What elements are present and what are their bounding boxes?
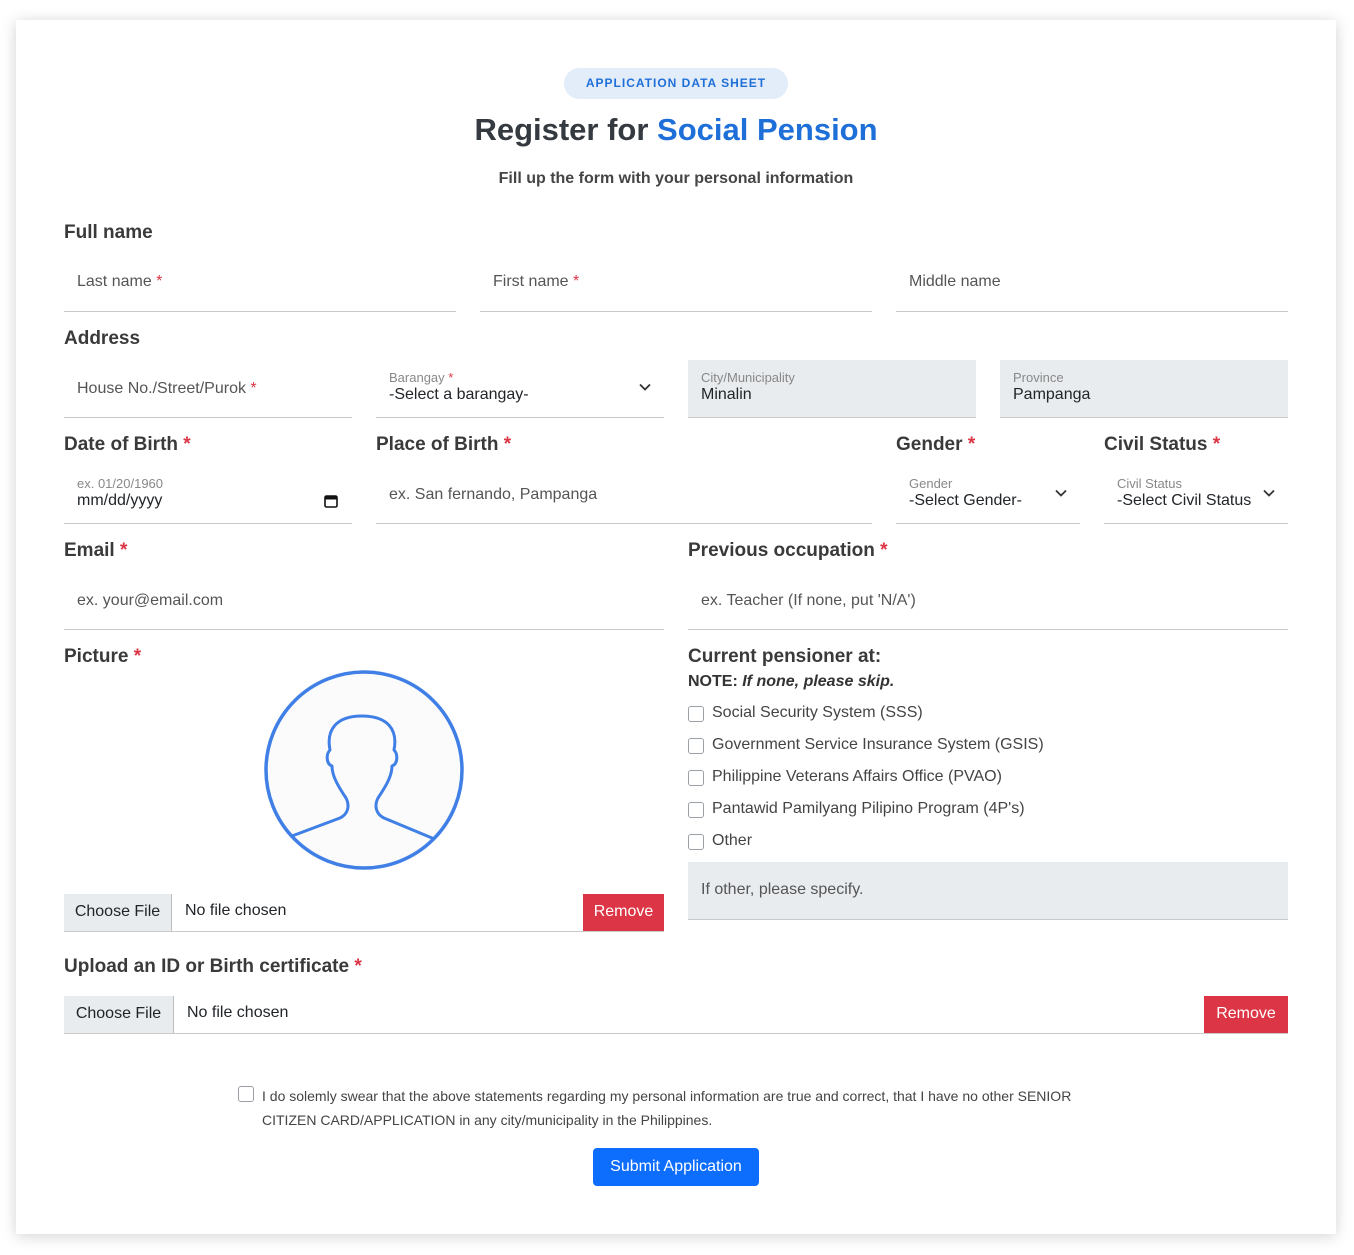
email-placeholder: ex. your@email.com [77,592,224,609]
civil-status-small-label: Civil Status [1117,476,1183,491]
gender-value: -Select Gender- [909,492,1022,509]
city-label: City/Municipality [701,370,795,385]
sss-checkbox[interactable] [688,706,704,722]
chevron-down-icon [1263,489,1275,497]
required-mark: * [573,273,580,290]
pvao-label: Philippine Veterans Affairs Office (PVAO… [712,768,1002,785]
province-value: Pampanga [1013,386,1091,403]
pob-placeholder: ex. San fernando, Pampanga [389,486,598,503]
occupation-input[interactable]: ex. Teacher (If none, put 'N/A') [688,572,1288,630]
place-of-birth-input[interactable]: ex. San fernando, Pampanga [376,466,872,524]
oath-statement: I do solemly swear that the above statem… [262,1084,1142,1132]
barangay-value: -Select a barangay- [389,386,529,403]
calendar-icon[interactable] [324,494,338,508]
pob-heading: Place of Birth * [376,434,512,455]
other-checkbox[interactable] [688,834,704,850]
oath-line-1: I do solemly swear that the above statem… [262,1088,1072,1104]
address-heading: Address [64,328,141,349]
civil-status-heading: Civil Status * [1104,434,1221,455]
sss-label: Social Security System (SSS) [712,704,923,721]
oath-checkbox[interactable] [238,1086,254,1102]
barangay-label: Barangay [389,370,445,385]
province-field: Province Pampanga [1000,360,1288,418]
dob-heading: Date of Birth * [64,434,191,455]
house-placeholder: House No./Street/Purok [77,380,246,397]
email-heading: Email * [64,540,128,561]
dob-hint: ex. 01/20/1960 [77,476,164,491]
barangay-select[interactable]: Barangay * -Select a barangay- [376,360,664,418]
application-badge: APPLICATION DATA SHEET [564,68,788,99]
civil-status-value: -Select Civil Status- [1117,492,1251,509]
pensioner-heading: Current pensioner at: [688,646,882,667]
full-name-heading: Full name [64,222,153,243]
gsis-label: Government Service Insurance System (GSI… [712,736,1044,753]
city-value: Minalin [701,386,752,403]
id-file-input[interactable]: Choose File No file chosen Remove [64,996,1288,1034]
picture-remove-button[interactable]: Remove [583,894,664,931]
picture-file-input[interactable]: Choose File No file chosen Remove [64,894,664,932]
middle-name-input[interactable]: Middle name [896,256,1288,312]
gsis-checkbox[interactable] [688,738,704,754]
first-name-placeholder: First name [493,273,569,290]
title-accent: Social Pension [657,112,878,147]
email-input[interactable]: ex. your@email.com [64,572,664,630]
gender-small-label: Gender [909,476,953,491]
civil-status-select[interactable]: Civil Status -Select Civil Status- [1104,466,1288,524]
submit-application-button[interactable]: Submit Application [593,1148,759,1186]
last-name-input[interactable]: Last name * [64,256,456,312]
dob-input[interactable]: ex. 01/20/1960 mm/dd/yyyy [64,466,352,524]
id-file-status: No file chosen [187,1004,289,1021]
house-street-input[interactable]: House No./Street/Purok * [64,360,352,418]
picture-heading: Picture * [64,646,142,667]
avatar-placeholder-icon [264,670,464,870]
oath-line-2: CITIZEN CARD/APPLICATION in any city/mun… [262,1112,713,1128]
middle-name-placeholder: Middle name [909,273,1001,290]
other-specify-input[interactable]: If other, please specify. [688,862,1288,920]
pensioner-note: NOTE: If none, please skip. [688,673,895,690]
last-name-placeholder: Last name [77,273,152,290]
id-choose-file-button[interactable]: Choose File [64,996,174,1033]
4ps-checkbox[interactable] [688,802,704,818]
chevron-down-icon [639,383,651,391]
required-mark: * [448,370,454,385]
gender-heading: Gender * [896,434,976,455]
page-title: Register for Social Pension [0,112,1352,148]
picture-choose-file-button[interactable]: Choose File [64,894,172,931]
province-label: Province [1013,370,1064,385]
city-municipality-field: City/Municipality Minalin [688,360,976,418]
required-mark: * [250,380,257,397]
title-prefix: Register for [474,112,649,147]
other-label: Other [712,832,753,849]
first-name-input[interactable]: First name * [480,256,872,312]
upload-id-heading: Upload an ID or Birth certificate * [64,956,362,977]
picture-file-status: No file chosen [185,902,287,919]
occupation-placeholder: ex. Teacher (If none, put 'N/A') [701,592,916,609]
gender-select[interactable]: Gender -Select Gender- [896,466,1080,524]
other-specify-placeholder: If other, please specify. [701,881,864,898]
chevron-down-icon [1055,489,1067,497]
required-mark: * [156,273,163,290]
page-subtitle: Fill up the form with your personal info… [498,170,854,187]
pvao-checkbox[interactable] [688,770,704,786]
dob-value: mm/dd/yyyy [77,492,163,509]
occupation-heading: Previous occupation * [688,540,888,561]
id-remove-button[interactable]: Remove [1204,996,1288,1033]
4ps-label: Pantawid Pamilyang Pilipino Program (4P'… [712,800,1025,817]
